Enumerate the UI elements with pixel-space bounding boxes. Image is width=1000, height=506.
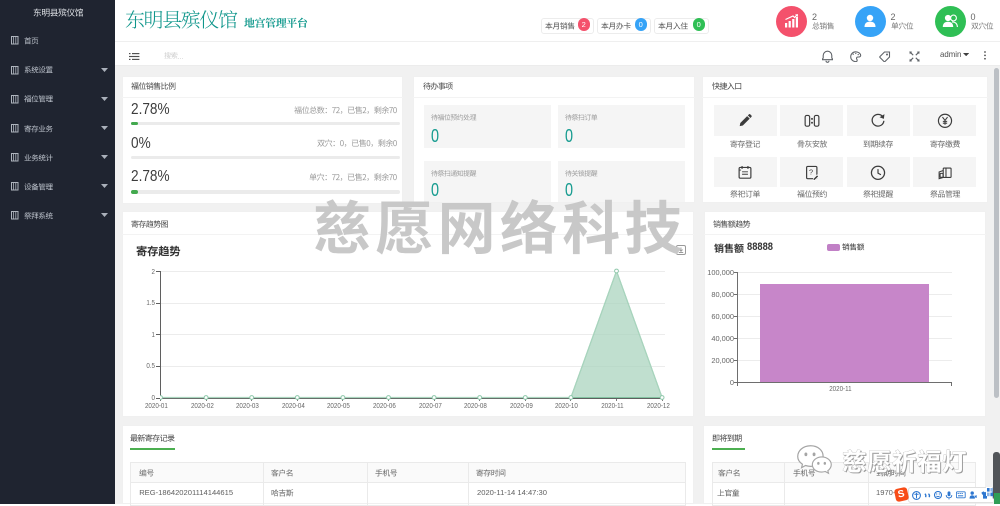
svg-text:?: ? (808, 167, 812, 176)
